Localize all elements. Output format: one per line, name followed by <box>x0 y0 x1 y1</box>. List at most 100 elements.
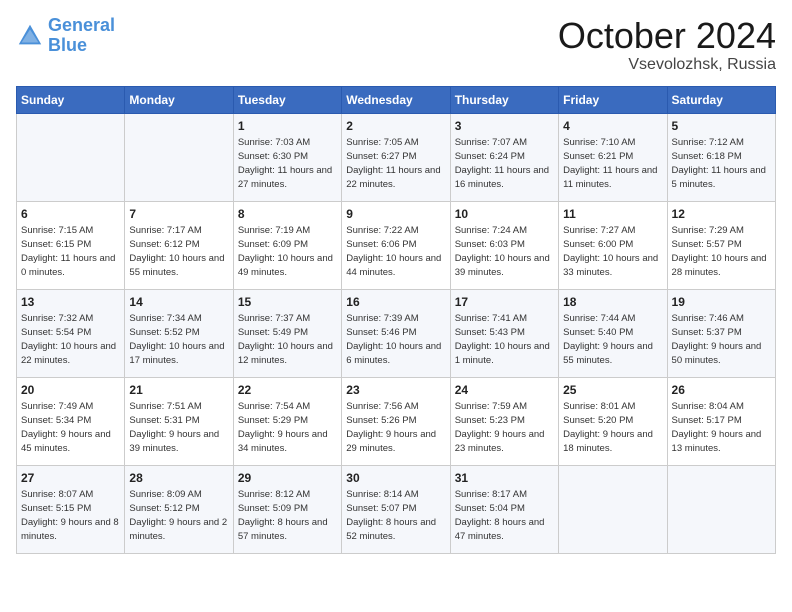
day-info: Sunrise: 7:24 AM Sunset: 6:03 PM Dayligh… <box>455 224 554 279</box>
logo: General Blue <box>16 16 115 56</box>
day-info: Sunrise: 7:19 AM Sunset: 6:09 PM Dayligh… <box>238 224 337 279</box>
day-info: Sunrise: 7:34 AM Sunset: 5:52 PM Dayligh… <box>129 312 228 367</box>
calendar-cell: 14Sunrise: 7:34 AM Sunset: 5:52 PM Dayli… <box>125 289 233 377</box>
day-info: Sunrise: 7:37 AM Sunset: 5:49 PM Dayligh… <box>238 312 337 367</box>
calendar-cell: 4Sunrise: 7:10 AM Sunset: 6:21 PM Daylig… <box>559 113 667 201</box>
title-block: October 2024 Vsevolozhsk, Russia <box>558 16 776 74</box>
calendar-cell: 17Sunrise: 7:41 AM Sunset: 5:43 PM Dayli… <box>450 289 558 377</box>
day-number: 13 <box>21 294 120 311</box>
day-info: Sunrise: 7:03 AM Sunset: 6:30 PM Dayligh… <box>238 136 337 191</box>
day-number: 30 <box>346 470 445 487</box>
weekday-header: Tuesday <box>233 86 341 113</box>
calendar-cell: 28Sunrise: 8:09 AM Sunset: 5:12 PM Dayli… <box>125 465 233 553</box>
logo-icon <box>16 22 44 50</box>
day-info: Sunrise: 7:17 AM Sunset: 6:12 PM Dayligh… <box>129 224 228 279</box>
calendar-cell: 5Sunrise: 7:12 AM Sunset: 6:18 PM Daylig… <box>667 113 775 201</box>
day-info: Sunrise: 8:12 AM Sunset: 5:09 PM Dayligh… <box>238 488 337 543</box>
calendar-cell: 26Sunrise: 8:04 AM Sunset: 5:17 PM Dayli… <box>667 377 775 465</box>
calendar-cell: 30Sunrise: 8:14 AM Sunset: 5:07 PM Dayli… <box>342 465 450 553</box>
day-info: Sunrise: 7:39 AM Sunset: 5:46 PM Dayligh… <box>346 312 445 367</box>
day-info: Sunrise: 7:10 AM Sunset: 6:21 PM Dayligh… <box>563 136 662 191</box>
weekday-header: Saturday <box>667 86 775 113</box>
day-number: 10 <box>455 206 554 223</box>
day-info: Sunrise: 7:22 AM Sunset: 6:06 PM Dayligh… <box>346 224 445 279</box>
calendar-cell <box>125 113 233 201</box>
page-header: General Blue October 2024 Vsevolozhsk, R… <box>16 16 776 74</box>
calendar-cell: 8Sunrise: 7:19 AM Sunset: 6:09 PM Daylig… <box>233 201 341 289</box>
day-info: Sunrise: 7:12 AM Sunset: 6:18 PM Dayligh… <box>672 136 771 191</box>
day-info: Sunrise: 7:51 AM Sunset: 5:31 PM Dayligh… <box>129 400 228 455</box>
day-info: Sunrise: 7:54 AM Sunset: 5:29 PM Dayligh… <box>238 400 337 455</box>
calendar-cell: 18Sunrise: 7:44 AM Sunset: 5:40 PM Dayli… <box>559 289 667 377</box>
calendar-week-row: 13Sunrise: 7:32 AM Sunset: 5:54 PM Dayli… <box>17 289 776 377</box>
calendar-week-row: 1Sunrise: 7:03 AM Sunset: 6:30 PM Daylig… <box>17 113 776 201</box>
calendar-cell: 12Sunrise: 7:29 AM Sunset: 5:57 PM Dayli… <box>667 201 775 289</box>
day-number: 17 <box>455 294 554 311</box>
logo-text: General <box>48 16 115 36</box>
day-info: Sunrise: 7:59 AM Sunset: 5:23 PM Dayligh… <box>455 400 554 455</box>
calendar-cell: 16Sunrise: 7:39 AM Sunset: 5:46 PM Dayli… <box>342 289 450 377</box>
calendar-cell: 11Sunrise: 7:27 AM Sunset: 6:00 PM Dayli… <box>559 201 667 289</box>
day-number: 2 <box>346 118 445 135</box>
day-number: 18 <box>563 294 662 311</box>
day-number: 3 <box>455 118 554 135</box>
calendar-cell: 20Sunrise: 7:49 AM Sunset: 5:34 PM Dayli… <box>17 377 125 465</box>
calendar-week-row: 6Sunrise: 7:15 AM Sunset: 6:15 PM Daylig… <box>17 201 776 289</box>
day-number: 8 <box>238 206 337 223</box>
day-number: 20 <box>21 382 120 399</box>
day-number: 21 <box>129 382 228 399</box>
weekday-header: Sunday <box>17 86 125 113</box>
location-title: Vsevolozhsk, Russia <box>558 56 776 74</box>
day-number: 26 <box>672 382 771 399</box>
day-info: Sunrise: 7:44 AM Sunset: 5:40 PM Dayligh… <box>563 312 662 367</box>
calendar-cell <box>559 465 667 553</box>
day-number: 28 <box>129 470 228 487</box>
day-number: 29 <box>238 470 337 487</box>
day-number: 12 <box>672 206 771 223</box>
day-info: Sunrise: 7:15 AM Sunset: 6:15 PM Dayligh… <box>21 224 120 279</box>
day-info: Sunrise: 7:29 AM Sunset: 5:57 PM Dayligh… <box>672 224 771 279</box>
day-number: 15 <box>238 294 337 311</box>
calendar-cell: 15Sunrise: 7:37 AM Sunset: 5:49 PM Dayli… <box>233 289 341 377</box>
calendar-cell: 27Sunrise: 8:07 AM Sunset: 5:15 PM Dayli… <box>17 465 125 553</box>
day-number: 9 <box>346 206 445 223</box>
day-number: 31 <box>455 470 554 487</box>
day-number: 1 <box>238 118 337 135</box>
weekday-header: Friday <box>559 86 667 113</box>
calendar-cell: 22Sunrise: 7:54 AM Sunset: 5:29 PM Dayli… <box>233 377 341 465</box>
day-number: 23 <box>346 382 445 399</box>
day-info: Sunrise: 8:17 AM Sunset: 5:04 PM Dayligh… <box>455 488 554 543</box>
weekday-header-row: SundayMondayTuesdayWednesdayThursdayFrid… <box>17 86 776 113</box>
calendar-cell: 19Sunrise: 7:46 AM Sunset: 5:37 PM Dayli… <box>667 289 775 377</box>
day-number: 14 <box>129 294 228 311</box>
day-number: 22 <box>238 382 337 399</box>
calendar-week-row: 27Sunrise: 8:07 AM Sunset: 5:15 PM Dayli… <box>17 465 776 553</box>
day-info: Sunrise: 8:01 AM Sunset: 5:20 PM Dayligh… <box>563 400 662 455</box>
calendar-cell <box>667 465 775 553</box>
calendar-cell: 21Sunrise: 7:51 AM Sunset: 5:31 PM Dayli… <box>125 377 233 465</box>
day-number: 4 <box>563 118 662 135</box>
calendar-cell: 10Sunrise: 7:24 AM Sunset: 6:03 PM Dayli… <box>450 201 558 289</box>
day-number: 5 <box>672 118 771 135</box>
day-info: Sunrise: 8:14 AM Sunset: 5:07 PM Dayligh… <box>346 488 445 543</box>
day-number: 11 <box>563 206 662 223</box>
day-number: 7 <box>129 206 228 223</box>
calendar-cell: 23Sunrise: 7:56 AM Sunset: 5:26 PM Dayli… <box>342 377 450 465</box>
calendar-week-row: 20Sunrise: 7:49 AM Sunset: 5:34 PM Dayli… <box>17 377 776 465</box>
day-number: 27 <box>21 470 120 487</box>
weekday-header: Thursday <box>450 86 558 113</box>
calendar-cell: 3Sunrise: 7:07 AM Sunset: 6:24 PM Daylig… <box>450 113 558 201</box>
day-info: Sunrise: 7:46 AM Sunset: 5:37 PM Dayligh… <box>672 312 771 367</box>
weekday-header: Monday <box>125 86 233 113</box>
day-info: Sunrise: 7:41 AM Sunset: 5:43 PM Dayligh… <box>455 312 554 367</box>
day-info: Sunrise: 8:09 AM Sunset: 5:12 PM Dayligh… <box>129 488 228 543</box>
calendar-cell: 24Sunrise: 7:59 AM Sunset: 5:23 PM Dayli… <box>450 377 558 465</box>
day-number: 16 <box>346 294 445 311</box>
month-title: October 2024 <box>558 16 776 56</box>
calendar-table: SundayMondayTuesdayWednesdayThursdayFrid… <box>16 86 776 554</box>
day-info: Sunrise: 7:32 AM Sunset: 5:54 PM Dayligh… <box>21 312 120 367</box>
day-info: Sunrise: 8:04 AM Sunset: 5:17 PM Dayligh… <box>672 400 771 455</box>
day-number: 24 <box>455 382 554 399</box>
logo-subtext: Blue <box>48 36 115 56</box>
calendar-cell: 1Sunrise: 7:03 AM Sunset: 6:30 PM Daylig… <box>233 113 341 201</box>
